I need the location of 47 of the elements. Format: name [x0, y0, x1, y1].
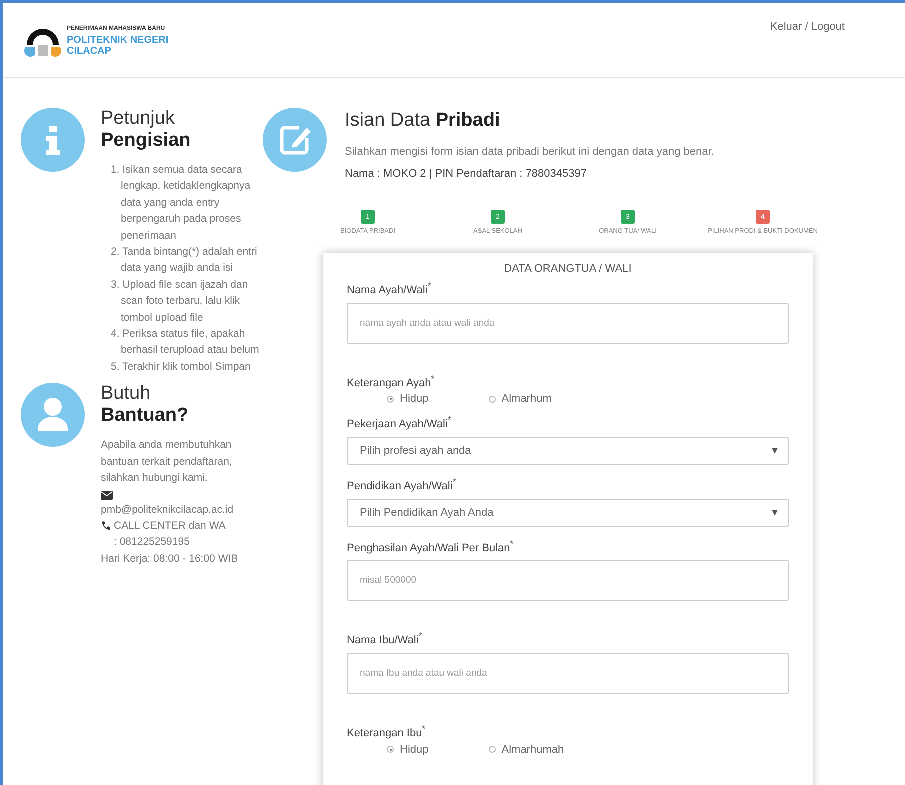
help-call-center: CALL CENTER dan WA : 081225259195: [114, 518, 227, 550]
input-field[interactable]: misal 500000: [347, 560, 789, 602]
form-title: DATA ORANGTUA / WALI: [503, 263, 633, 275]
radio-label: Almarhum: [502, 393, 552, 406]
help-title: Butuh: [101, 383, 152, 406]
field-label: Pendidikan Ayah/Wali$^{*}$: [347, 476, 458, 493]
envelope-icon: [101, 490, 113, 500]
guide-title: Petunjuk: [101, 108, 176, 130]
help-text: Apabila anda membutuhkan bantuan terkait pendaftaran, silahkan hubungi kami.: [101, 438, 234, 486]
info-icon: [21, 108, 85, 172]
radio-button[interactable]: [488, 396, 496, 403]
input-field[interactable]: nama Ibu anda atau wali anda: [347, 652, 789, 694]
field-label: Penghasilan Ayah/Wali Per Bulan$^{*}$: [347, 538, 515, 554]
guide-item: 3. Upload file scan ijazah dan scan foto terbaru, lalu klik tombol upload file: [111, 278, 250, 326]
field-label: Keterangan Ibu$^{*}$: [347, 724, 427, 740]
radio-label: Hidup: [400, 744, 429, 756]
logout-link[interactable]: Keluar / Logout: [770, 21, 845, 33]
caret-icon: [772, 510, 778, 516]
select-field[interactable]: Pilih profesi ayah anda: [347, 436, 789, 465]
field-label: Keterangan Ayah$^{*}$: [347, 374, 436, 390]
radio-button[interactable]: [387, 746, 394, 754]
guide-title: Pengisian: [101, 130, 192, 152]
field-label: Nama Ibu/Wali$^{*}$: [347, 631, 424, 647]
user-icon: [21, 383, 85, 448]
help-email: pmb@politeknikcilacap.ac.id: [101, 502, 235, 518]
field-label: Pekerjaan Ayah/Wali$^{*}$: [347, 415, 452, 431]
guide-item: 2. Tanda bintang(*) adalah entri data yang wajib anda isi: [111, 245, 258, 276]
radio-button[interactable]: [488, 746, 496, 754]
page-title: Isian Data Pribadi: [345, 110, 502, 132]
radio-button[interactable]: [387, 396, 394, 403]
radio-label: Almarhumah: [502, 744, 564, 756]
help-hours: Hari Kerja: 08:00 - 16:00 WIB: [101, 552, 240, 567]
phone-icon: [101, 520, 111, 531]
logo-title: CILACAP: [67, 46, 112, 56]
radio-label: Hidup: [400, 393, 429, 406]
intro-text: Silahkan mengisi form isian data pribadi berikut ini dengan data yang benar.: [345, 146, 714, 158]
identity-text: Nama : MOKO 2 | PIN Pendaftaran : 7880345397: [345, 168, 588, 180]
help-title: Bantuan?: [101, 405, 190, 428]
logo-title: POLITEKNIK NEGERI: [67, 34, 169, 46]
select-field[interactable]: Pilih Pendidikan Ayah Anda: [347, 498, 789, 527]
field-label: Nama Ayah/Wali$^{*}$: [347, 281, 432, 297]
edit-icon: [263, 108, 327, 172]
guide-item: 1. Isikan semua data secara lengkap, ketidaklengkapnya data yang anda entry berpengaruh pada proses penerimaan: [111, 163, 252, 244]
input-field[interactable]: nama ayah anda atau wali anda: [347, 302, 789, 344]
guide-item: 5. Terakhir klik tombol Simpan: [111, 360, 252, 375]
caret-icon: [772, 448, 778, 454]
guide-item: 4. Periksa status file, apakah berhasil terupload atau belum: [111, 327, 260, 358]
